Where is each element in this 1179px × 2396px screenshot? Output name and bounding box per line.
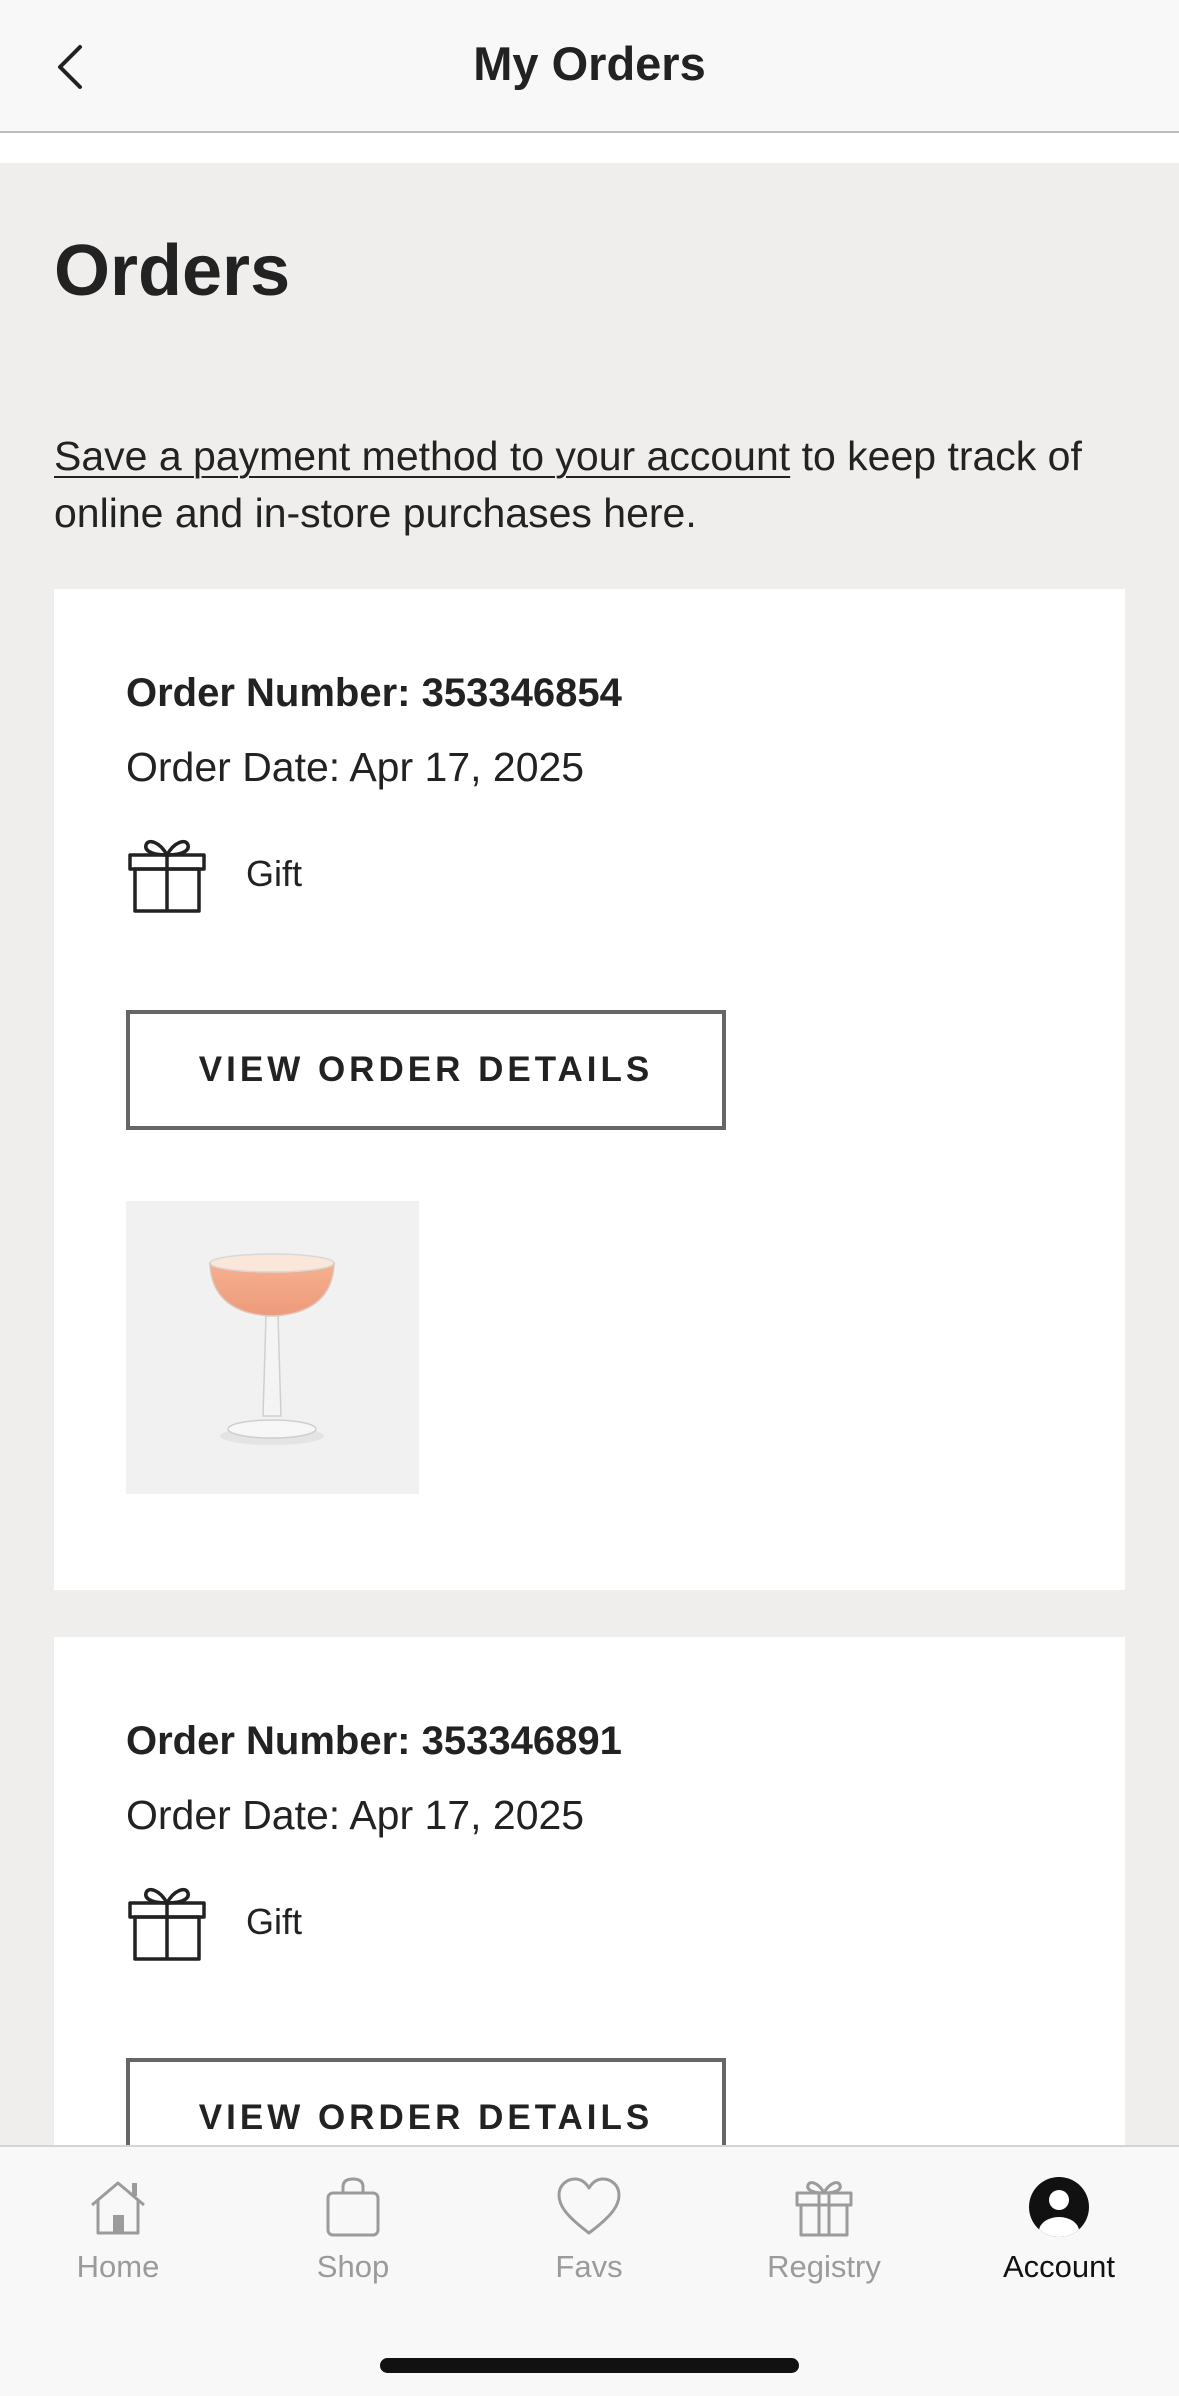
order-date: Order Date: Apr 17, 2025 (126, 744, 585, 790)
product-thumbnail[interactable] (126, 1201, 419, 1494)
tab-account[interactable]: Account (941, 2175, 1177, 2315)
gift-icon (128, 839, 206, 913)
header-divider-strip (0, 133, 1179, 163)
tab-shop[interactable]: Shop (235, 2175, 471, 2315)
tab-label: Registry (767, 2249, 881, 2284)
order-card: Order Number: 353346891 Order Date: Apr … (54, 1637, 1125, 2145)
home-indicator (380, 2358, 799, 2373)
order-card: Order Number: 353346854 Order Date: Apr … (54, 589, 1125, 1590)
tab-label: Home (76, 2249, 160, 2284)
save-payment-method-link[interactable]: Save a payment method to your account (54, 433, 790, 479)
page-title: Orders (54, 231, 291, 311)
tab-home[interactable]: Home (0, 2175, 236, 2315)
tab-label: Shop (316, 2249, 390, 2284)
orders-content[interactable]: Orders Save a payment method to your acc… (0, 163, 1179, 2145)
coupe-glass-image (209, 1253, 335, 1445)
tab-favs[interactable]: Favs (471, 2175, 707, 2315)
intro-text: Save a payment method to your account to… (54, 428, 1134, 542)
view-order-details-button[interactable]: VIEW ORDER DETAILS (126, 2058, 726, 2145)
shopping-bag-icon (326, 2177, 380, 2237)
page-header-title: My Orders (473, 37, 706, 90)
tab-registry[interactable]: Registry (706, 2175, 942, 2315)
home-icon (91, 2181, 145, 2235)
order-date: Order Date: Apr 17, 2025 (126, 1792, 585, 1838)
tab-label: Favs (555, 2249, 623, 2284)
order-number: Order Number: 353346891 (126, 1719, 622, 1763)
gift-icon (795, 2181, 853, 2237)
order-number: Order Number: 353346854 (126, 671, 622, 715)
view-order-details-button[interactable]: VIEW ORDER DETAILS (126, 1010, 726, 1130)
tab-label: Account (1002, 2249, 1115, 2284)
gift-label: Gift (246, 1901, 303, 1942)
account-icon (1029, 2177, 1089, 2237)
gift-icon (128, 1887, 206, 1961)
top-nav-bar: My Orders (0, 0, 1179, 133)
gift-label: Gift (246, 853, 303, 894)
bottom-tab-bar: Home Shop Favs Registry Account (0, 2145, 1179, 2396)
heart-icon (557, 2177, 621, 2235)
